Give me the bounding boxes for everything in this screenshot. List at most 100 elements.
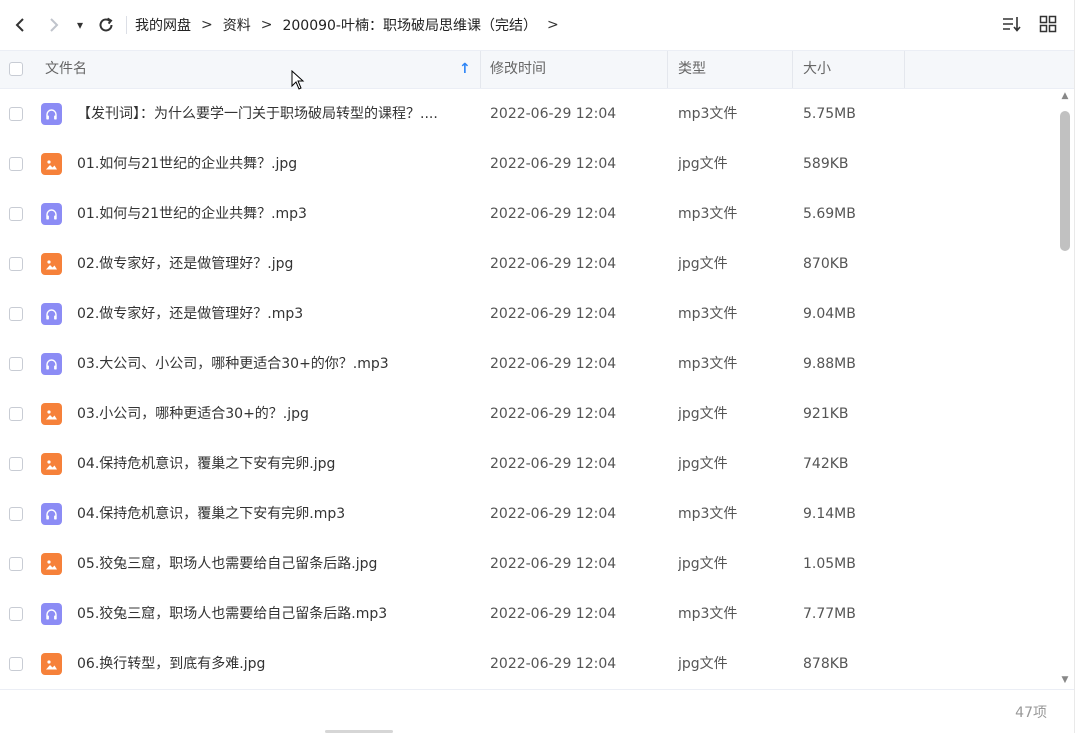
audio-icon [41, 353, 62, 375]
file-row[interactable]: 06.换行转型，到底有多难.jpg 2022-06-29 12:04 jpg文件 87… [0, 639, 1056, 689]
file-size: 1.05MB [803, 556, 856, 572]
image-icon [41, 153, 62, 175]
file-name[interactable]: 05.狡兔三窟，职场人也需要给自己留条后路.jpg [77, 539, 472, 589]
file-name[interactable]: 03.小公司，哪种更适合30+的？.jpg [77, 389, 472, 439]
file-list-header: 文件名 ↑ 修改时间 类型 大小 [0, 50, 1079, 89]
file-name[interactable]: 01.如何与21世纪的企业共舞？.mp3 [77, 189, 472, 239]
file-type: mp3文件 [678, 306, 738, 322]
row-checkbox[interactable] [9, 457, 23, 471]
row-checkbox-cell [9, 557, 23, 571]
file-name[interactable]: 02.做专家好，还是做管理好？.jpg [77, 239, 472, 289]
file-type: mp3文件 [678, 606, 738, 622]
window-edge [1074, 0, 1079, 733]
select-all-checkbox[interactable] [9, 62, 23, 76]
scrollbar-thumb[interactable] [1060, 111, 1070, 251]
file-row[interactable]: 04.保持危机意识，覆巢之下安有完卵.jpg 2022-06-29 12:04 jp… [0, 439, 1056, 489]
file-name[interactable]: 【发刊词】：为什么要学一门关于职场破局转型的课程？.... [77, 89, 472, 139]
file-type: jpg文件 [678, 656, 728, 672]
file-row[interactable]: 02.做专家好，还是做管理好？.jpg 2022-06-29 12:04 jpg文件… [0, 239, 1056, 289]
row-checkbox-cell [9, 607, 23, 621]
audio-icon [41, 303, 62, 325]
vertical-scrollbar[interactable]: ▲ ▼ [1056, 89, 1074, 689]
file-name[interactable]: 03.大公司、小公司，哪种更适合30+的你？.mp3 [77, 339, 472, 389]
row-checkbox[interactable] [9, 557, 23, 571]
image-icon [41, 553, 62, 575]
breadcrumb-item-materials[interactable]: 资料 [223, 15, 251, 35]
file-name[interactable]: 04.保持危机意识，覆巢之下安有完卵.jpg [77, 439, 472, 489]
row-checkbox[interactable] [9, 357, 23, 371]
file-name[interactable]: 05.狡兔三窟，职场人也需要给自己留条后路.mp3 [77, 589, 472, 639]
column-divider [904, 51, 905, 88]
row-checkbox[interactable] [9, 607, 23, 621]
row-checkbox-cell [9, 657, 23, 671]
scrollbar-track[interactable] [1060, 103, 1070, 675]
column-header-modified[interactable]: 修改时间 [490, 51, 660, 88]
sort-ascending-icon: ↑ [459, 61, 471, 77]
breadcrumb-item-course-folder[interactable]: 200090-叶楠：职场破局思维课（完结） [282, 15, 537, 35]
file-modified-time: 2022-06-29 12:04 [490, 106, 617, 122]
row-checkbox[interactable] [9, 207, 23, 221]
file-row[interactable]: 05.狡兔三窟，职场人也需要给自己留条后路.mp3 2022-06-29 12:0… [0, 589, 1056, 639]
file-type: jpg文件 [678, 556, 728, 572]
file-row[interactable]: 01.如何与21世纪的企业共舞？.jpg 2022-06-29 12:04 jpg文… [0, 139, 1056, 189]
row-checkbox[interactable] [9, 657, 23, 671]
column-header-size[interactable]: 大小 [803, 51, 898, 88]
column-header-type[interactable]: 类型 [678, 51, 788, 88]
row-checkbox[interactable] [9, 157, 23, 171]
sort-list-icon [1003, 17, 1021, 32]
breadcrumb-more-button[interactable]: > [547, 17, 559, 33]
file-row[interactable]: 03.小公司，哪种更适合30+的？.jpg 2022-06-29 12:04 jpg… [0, 389, 1056, 439]
audio-icon [41, 503, 62, 525]
row-checkbox-cell [9, 457, 23, 471]
file-row[interactable]: 04.保持危机意识，覆巢之下安有完卵.mp3 2022-06-29 12:04 mp… [0, 489, 1056, 539]
column-divider [480, 51, 481, 88]
file-modified-time: 2022-06-29 12:04 [490, 406, 617, 422]
grid-view-button[interactable] [1037, 13, 1059, 35]
file-type: jpg文件 [678, 406, 728, 422]
file-modified-time: 2022-06-29 12:04 [490, 506, 617, 522]
row-checkbox[interactable] [9, 107, 23, 121]
file-modified-time: 2022-06-29 12:04 [490, 606, 617, 622]
file-name[interactable]: 02.做专家好，还是做管理好？.mp3 [77, 289, 472, 339]
refresh-button[interactable] [92, 11, 120, 39]
row-checkbox[interactable] [9, 257, 23, 271]
file-name[interactable]: 04.保持危机意识，覆巢之下安有完卵.mp3 [77, 489, 472, 539]
sort-button[interactable] [1001, 13, 1023, 35]
file-size: 589KB [803, 156, 849, 172]
file-name[interactable]: 06.换行转型，到底有多难.jpg [77, 639, 472, 689]
image-icon [41, 453, 62, 475]
scroll-up-arrow-icon[interactable]: ▲ [1059, 91, 1071, 101]
item-count: 47项 [1015, 705, 1047, 721]
file-row[interactable]: 02.做专家好，还是做管理好？.mp3 2022-06-29 12:04 mp3文件… [0, 289, 1056, 339]
column-divider [792, 51, 793, 88]
column-header-name-label: 文件名 [45, 61, 87, 77]
row-checkbox[interactable] [9, 507, 23, 521]
file-row[interactable]: 01.如何与21世纪的企业共舞？.mp3 2022-06-29 12:04 mp3文… [0, 189, 1056, 239]
mouse-cursor-icon [291, 70, 305, 90]
audio-icon [41, 603, 62, 625]
file-type: jpg文件 [678, 456, 728, 472]
row-checkbox[interactable] [9, 407, 23, 421]
file-type: mp3文件 [678, 356, 738, 372]
row-checkbox-cell [9, 157, 23, 171]
breadcrumb-item-my-drive[interactable]: 我的网盘 [135, 15, 191, 35]
row-checkbox[interactable] [9, 307, 23, 321]
file-size: 742KB [803, 456, 849, 472]
history-dropdown-button[interactable]: ▾ [70, 11, 90, 39]
grid-view-icon [1039, 15, 1057, 33]
image-icon [41, 253, 62, 275]
audio-icon [41, 103, 62, 125]
audio-icon [41, 203, 62, 225]
file-row[interactable]: 05.狡兔三窟，职场人也需要给自己留条后路.jpg 2022-06-29 12:0… [0, 539, 1056, 589]
file-list: 【发刊词】：为什么要学一门关于职场破局转型的课程？.... 2022-06-29 … [0, 89, 1056, 689]
file-row[interactable]: 03.大公司、小公司，哪种更适合30+的你？.mp3 2022-06-29 12:… [0, 339, 1056, 389]
forward-button[interactable] [40, 11, 68, 39]
file-size: 9.14MB [803, 506, 856, 522]
file-name[interactable]: 01.如何与21世纪的企业共舞？.jpg [77, 139, 472, 189]
column-header-name[interactable]: 文件名 [45, 51, 475, 88]
back-button[interactable] [6, 11, 34, 39]
scroll-down-arrow-icon[interactable]: ▼ [1059, 675, 1071, 685]
toolbar: ▾ 我的网盘 > 资料 > 200090-叶楠：职场破局思维课（完结） > [0, 0, 1079, 50]
file-row[interactable]: 【发刊词】：为什么要学一门关于职场破局转型的课程？.... 2022-06-29 … [0, 89, 1056, 139]
chevron-down-icon: ▾ [76, 18, 84, 32]
